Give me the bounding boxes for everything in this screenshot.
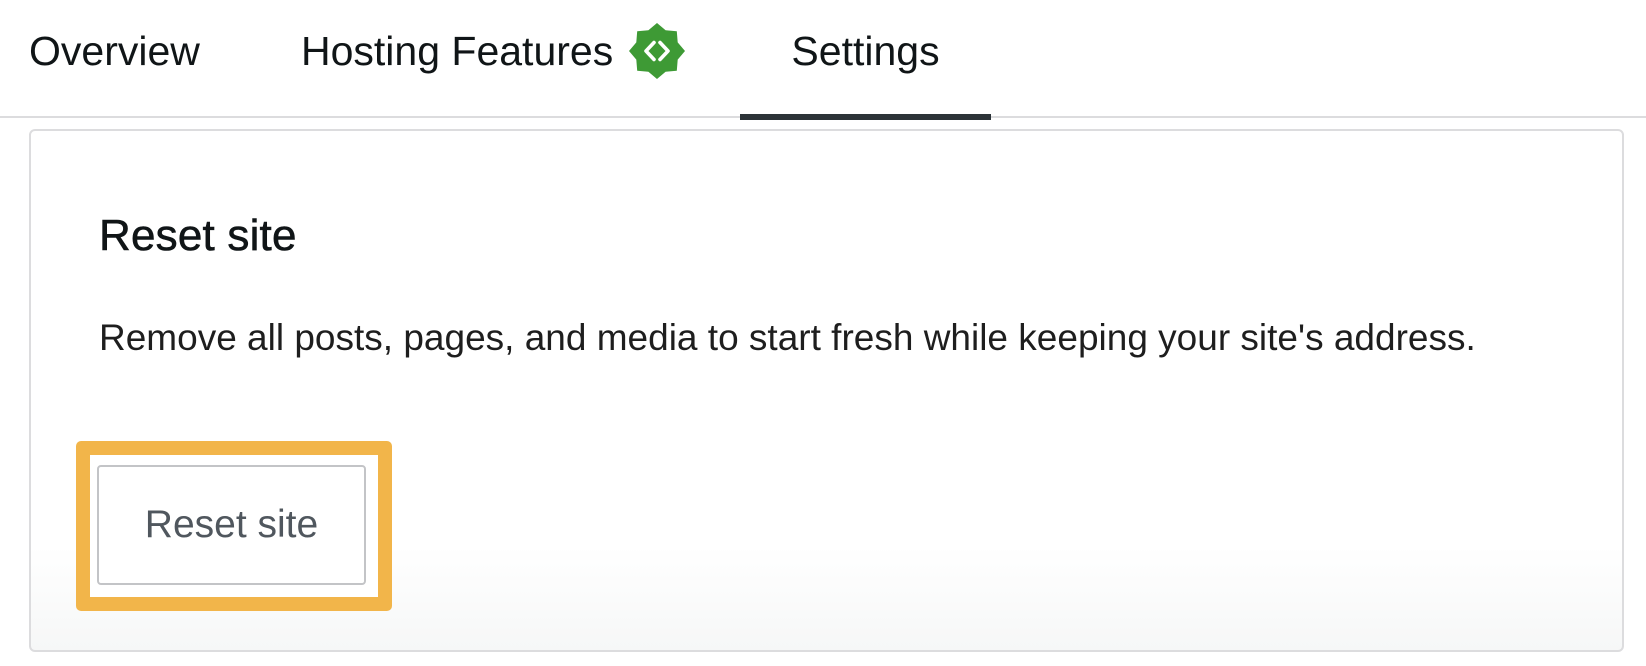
reset-site-button[interactable]: Reset site	[97, 465, 366, 585]
code-brackets-badge-icon	[627, 21, 687, 81]
tab-overview-label: Overview	[29, 27, 200, 74]
tab-settings[interactable]: Settings	[740, 0, 991, 120]
reset-site-title: Reset site	[99, 211, 297, 261]
tab-bar: Overview Hosting Features Settings	[0, 0, 1646, 120]
reset-site-description: Remove all posts, pages, and media to st…	[99, 317, 1476, 358]
tab-overview[interactable]: Overview	[29, 0, 200, 118]
tab-hosting-features-label: Hosting Features	[301, 27, 614, 74]
tab-selected-indicator	[740, 114, 991, 120]
tab-hosting-features[interactable]: Hosting Features	[301, 0, 687, 118]
tab-settings-label: Settings	[791, 27, 940, 74]
